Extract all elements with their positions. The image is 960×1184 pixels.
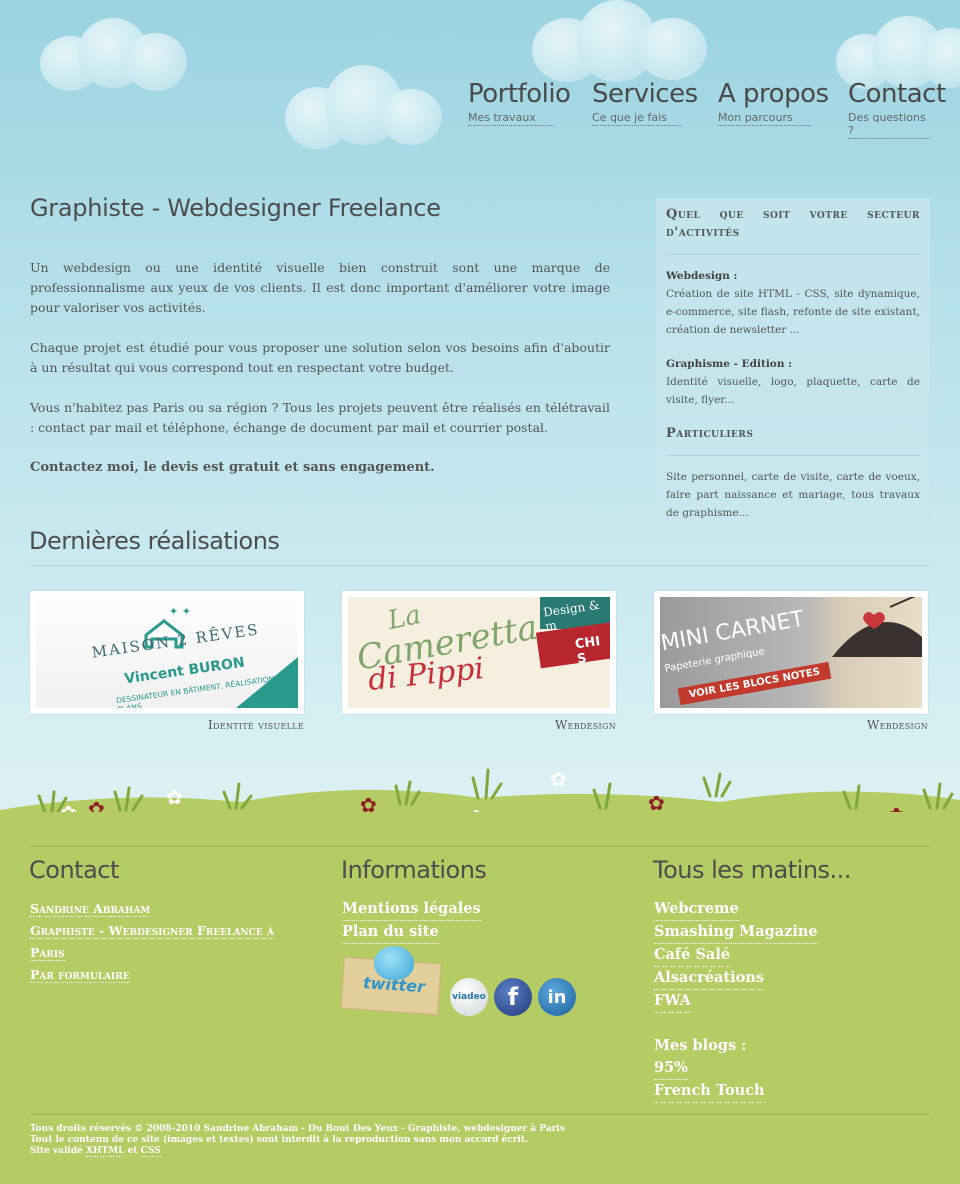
nav-title: Portfolio [468,79,571,109]
footer-link-webcreme[interactable]: Webcreme [654,898,739,921]
page-title: Graphiste - Webdesigner Freelance [30,194,441,222]
footer-informations-column: Mentions légales Plan du site [342,898,481,944]
legal-copyright: Tous droits réservés © 2008-2010 Sandrin… [30,1124,565,1134]
main-navigation: Portfolio Mes travaux Services Ce que je… [0,78,960,139]
portfolio-caption: Identité visuelle [207,718,304,732]
sidebar-heading-particuliers: Particuliers [666,426,754,441]
portfolio-thumbnail[interactable]: La Cameretta di Pippi Design & m CHI S [342,591,616,714]
legal-validation: Site validé XHTML et CSS [30,1146,565,1157]
twitter-bird-icon [374,946,414,980]
sidebar-graphisme-desc: Identité visuelle, logo, plaquette, cart… [666,376,920,406]
nav-subtitle: Ce que je fais [592,111,681,126]
svg-text:✿: ✿ [166,785,183,809]
footer-link-cafe-sale[interactable]: Café Salé [654,944,731,967]
nav-subtitle: Mon parcours [718,111,811,126]
legal-validation-prefix: Site validé [30,1146,83,1156]
umbrella-icon [832,597,922,657]
portfolio-caption: Webdesign [866,718,928,732]
footer-matins-heading: Tous les matins... [653,856,851,884]
nav-item-contact[interactable]: Contact Des questions ? [848,78,946,139]
divider [666,254,920,255]
realisations-heading: Dernières réalisations [29,527,280,555]
sidebar-heading-secteur: Quel que soit votre secteur d'activités [666,207,920,240]
viadeo-button[interactable]: viadeo [450,978,488,1016]
footer-link-fwa[interactable]: FWA [654,990,691,1013]
footer-contact-name-wrap: Sandrine Abraham [30,898,300,920]
call-to-action-text: Contactez moi, le devis est gratuit et s… [30,460,435,475]
linkedin-label: in [547,986,567,1008]
divider [30,846,930,847]
sidebar-webdesign-label: Webdesign : [666,270,738,282]
intro-paragraph: Vous n'habitez pas Paris ou sa région ? … [30,400,610,435]
social-links: twitter viadeo f in [340,946,582,1016]
footer-contact-form-link[interactable]: Par formulaire [30,967,130,983]
facebook-label: f [507,983,519,1011]
nav-item-portfolio[interactable]: Portfolio Mes travaux [468,78,571,126]
footer-informations-heading: Informations [341,856,487,884]
viadeo-label: viadeo [452,992,486,1002]
svg-text:✦ ✦: ✦ ✦ [169,605,191,618]
mini-carnet-preview: MINI CARNET Papeterie graphique VOIR LES… [660,597,922,708]
divider [30,565,930,566]
divider [666,455,920,456]
footer-contact-role-link[interactable]: Graphiste - Webdesigner Freelance à Pari… [30,923,275,961]
xhtml-link[interactable]: XHTML [86,1146,125,1157]
footer-link-blog-french-touch[interactable]: French Touch [654,1080,765,1103]
nav-title: Services [592,79,698,109]
cloud-decoration [532,0,712,90]
nav-title: A propos [718,79,829,109]
grass-flowers-decoration: ✿ ✿ ✿ ✿ ✿ ✿ ✿ ✿ ✿ ✿ [0,767,960,820]
svg-text:✿: ✿ [550,767,567,791]
portfolio-item[interactable]: La Cameretta di Pippi Design & m CHI S W… [342,591,616,732]
portfolio-caption: Webdesign [554,718,616,732]
legal-notice: Tous droits réservés © 2008-2010 Sandrin… [30,1124,565,1157]
footer-contact-form-wrap: Par formulaire [30,964,300,986]
intro-text: Un webdesign ou une identité visuelle bi… [30,258,610,498]
footer-contact-column: Sandrine Abraham Graphiste - Webdesigner… [30,898,300,986]
intro-paragraph: Chaque projet est étudié pour vous propo… [30,340,610,375]
cameretta-di-pippi-preview: La Cameretta di Pippi Design & m CHI S [348,597,610,708]
sidebar-graphisme-text: Graphisme - Edition : Identité visuelle, … [666,355,920,409]
linkedin-button[interactable]: in [538,978,576,1016]
services-sidebar: Quel que soit votre secteur d'activités … [656,198,930,524]
footer-link-blog-95[interactable]: 95% [654,1057,688,1080]
footer-link-alsacreations[interactable]: Alsacréations [654,967,764,990]
footer-contact-heading: Contact [29,856,119,884]
footer-link-mentions-legales[interactable]: Mentions légales [342,898,481,921]
css-link[interactable]: CSS [140,1146,161,1157]
footer-contact-name-link[interactable]: Sandrine Abraham [30,901,151,917]
nav-item-services[interactable]: Services Ce que je fais [592,78,698,126]
divider [30,1114,930,1115]
sidebar-graphisme-label: Graphisme - Edition : [666,358,792,370]
intro-paragraph: Un webdesign ou une identité visuelle bi… [30,260,610,315]
portfolio-thumbnail[interactable]: ✦ ✦ MAISON 2 RÊVES Vincent BURON DESSINA… [30,591,304,714]
footer-link-plan-du-site[interactable]: Plan du site [342,921,439,944]
nav-subtitle: Des questions ? [848,111,930,139]
sidebar-particuliers-text: Site personnel, carte de visite, carte d… [666,471,920,519]
cameretta-tab-text: CHI S [574,633,602,668]
footer-contact-role-wrap: Graphiste - Webdesigner Freelance à Pari… [30,920,300,964]
portfolio-item[interactable]: MINI CARNET Papeterie graphique VOIR LES… [654,591,928,732]
nav-item-a-propos[interactable]: A propos Mon parcours [718,78,829,126]
nav-subtitle: Mes travaux [468,111,554,126]
legal-reproduction: Tout le contenu de ce site (images et te… [30,1135,529,1145]
footer-matins-column: Webcreme Smashing Magazine Café Salé Als… [654,898,818,1103]
maison-2-reves-preview: ✦ ✦ MAISON 2 RÊVES Vincent BURON DESSINA… [36,597,298,708]
sidebar-webdesign-desc: Création de site HTML - CSS, site dynami… [666,288,920,336]
legal-and: et [127,1146,138,1156]
portfolio-thumbnail[interactable]: MINI CARNET Papeterie graphique VOIR LES… [654,591,928,714]
nav-title: Contact [848,79,946,109]
footer-link-smashing-magazine[interactable]: Smashing Magazine [654,921,818,944]
footer-blogs-label: Mes blogs : [654,1037,747,1054]
portfolio-item[interactable]: ✦ ✦ MAISON 2 RÊVES Vincent BURON DESSINA… [30,591,304,732]
facebook-button[interactable]: f [494,978,532,1016]
sidebar-webdesign-text: Webdesign : Création de site HTML - CSS, … [666,267,920,339]
